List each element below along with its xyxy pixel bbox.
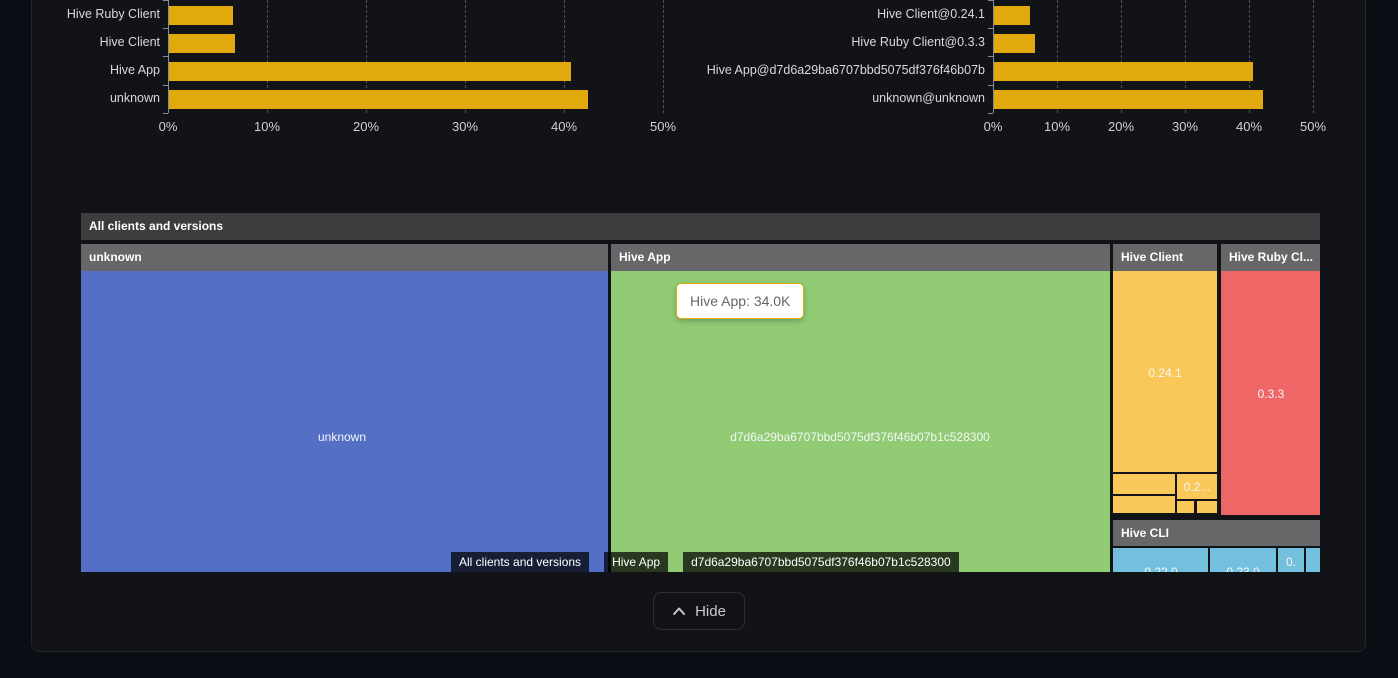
y-axis-tick [988,28,993,29]
y-axis-tick [988,113,993,114]
y-axis-tick [988,56,993,57]
treemap-block-hive-client-0241[interactable]: 0.24.1 [1113,271,1217,472]
treemap-block-label: 0.3.3 [1258,387,1285,401]
treemap-block-hive-client-sub[interactable] [1113,474,1175,494]
breadcrumb: All clients and versions Hive App d7d6a2… [451,552,959,572]
treemap-section-header-hive-ruby-client[interactable]: Hive Ruby Cl... [1221,244,1320,271]
x-gridline [663,0,664,113]
treemap-block-hive-client-sub[interactable] [1113,496,1175,513]
x-tick-label: 20% [336,119,396,134]
treemap-block-hive-client-sub[interactable]: 0.2... [1177,474,1217,499]
treemap-block-label: 0. [1286,555,1296,569]
x-tick-label: 50% [1283,119,1343,134]
treemap-block-label: 0.23.0 [1226,565,1259,572]
category-label: unknown [110,89,160,108]
category-label: Hive Ruby Client@0.3.3 [851,33,985,52]
treemap-block-label: d7d6a29ba6707bbd5075df376f46b07b1c528300 [730,430,990,444]
chevron-right-icon [590,552,603,572]
chevron-right-icon [669,552,682,572]
breadcrumb-item-root[interactable]: All clients and versions [451,552,589,572]
bar-Hive Client[interactable] [169,34,235,53]
y-axis-tick [988,0,993,1]
category-label: Hive Client@0.24.1 [877,5,985,24]
treemap-root-header[interactable]: All clients and versions [81,213,1320,240]
category-label: Hive App [110,61,160,80]
treemap-block-label: 0.22.0 [1144,565,1177,572]
treemap-block-label: 0.2... [1184,480,1211,494]
category-label: Hive Ruby Client [67,5,160,24]
treemap-block-hive-cli-small[interactable] [1306,548,1320,572]
x-tick-label: 10% [237,119,297,134]
breadcrumb-item-hive-app[interactable]: Hive App [604,552,668,572]
y-axis-tick [163,85,168,86]
treemap-section-header-hive-client[interactable]: Hive Client [1113,244,1217,271]
treemap-block-hive-client-sub[interactable] [1177,501,1194,513]
y-axis-tick [988,85,993,86]
x-tick-label: 40% [1219,119,1279,134]
treemap-all-clients: All clients and versions unknown unknown… [81,213,1320,572]
chevron-up-icon [672,606,686,616]
x-gridline [1313,0,1314,113]
bar-unknown@unknown[interactable] [994,90,1263,109]
y-axis-tick [163,56,168,57]
bar-chart-clients: 0% 10% 20% 30% 40% 50% Hive Ruby Client Hive Cl… [0,0,699,140]
bar-Hive Ruby Client@0.3.3[interactable] [994,34,1035,53]
x-tick-label: 0% [138,119,198,134]
treemap-block-label: unknown [318,430,366,444]
bar-Hive Ruby Client[interactable] [169,6,233,25]
treemap-block-hive-cli-small[interactable]: 0. [1278,548,1304,572]
treemap-tooltip: Hive App: 34.0K [676,283,804,319]
y-axis-tick [163,0,168,1]
x-tick-label: 40% [534,119,594,134]
treemap-block-hive-client-sub[interactable] [1197,501,1217,513]
bar-Hive App[interactable] [169,62,571,81]
x-tick-label: 10% [1027,119,1087,134]
treemap-block-hive-ruby-client[interactable]: 0.3.3 [1221,271,1320,515]
treemap-section-header-hive-app[interactable]: Hive App [611,244,1110,271]
treemap-section-header-unknown[interactable]: unknown [81,244,608,271]
bar-Hive App@d7d6a29ba6707bbd5075df376f46b07b[interactable] [994,62,1253,81]
y-axis-tick [163,28,168,29]
x-tick-label: 30% [1155,119,1215,134]
x-tick-label: 20% [1091,119,1151,134]
x-tick-label: 30% [435,119,495,134]
treemap-section-header-hive-cli[interactable]: Hive CLI [1113,520,1320,546]
hide-button[interactable]: Hide [653,592,745,630]
bar-Hive Client@0.24.1[interactable] [994,6,1030,25]
treemap-block-label: 0.24.1 [1148,366,1181,380]
treemap-block-hive-cli-0220[interactable]: 0.22.0 [1113,548,1208,572]
category-label: Hive Client [100,33,160,52]
breadcrumb-item-version[interactable]: d7d6a29ba6707bbd5075df376f46b07b1c528300 [683,552,959,572]
hide-button-label: Hide [695,603,726,620]
dashboard-page: 0% 10% 20% 30% 40% 50% Hive Ruby Client Hive Cl… [0,0,1398,678]
bar-chart-client-versions: 0% 10% 20% 30% 40% 50% Hive Client@0.24.1 Hive … [698,0,1398,140]
category-label: Hive App@d7d6a29ba6707bbd5075df376f46b07… [707,61,985,80]
treemap-block-hive-cli-0230[interactable]: 0.23.0 [1210,548,1276,572]
x-tick-label: 0% [963,119,1023,134]
category-label: unknown@unknown [872,89,985,108]
treemap-block-unknown[interactable]: unknown [81,271,608,572]
bar-unknown[interactable] [169,90,588,109]
y-axis-tick [163,113,168,114]
x-tick-label: 50% [633,119,693,134]
